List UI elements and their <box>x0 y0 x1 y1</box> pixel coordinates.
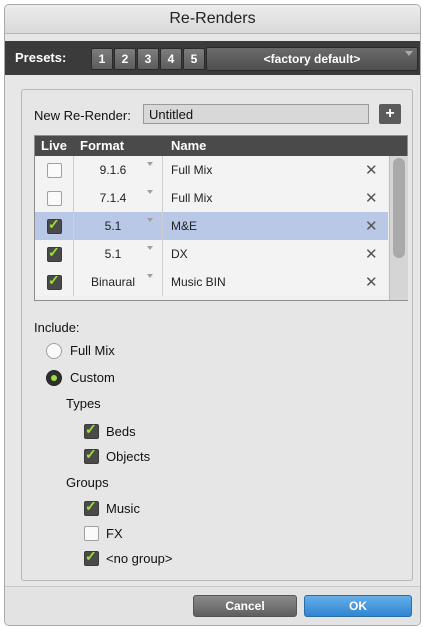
preset-button-3[interactable]: 3 <box>137 48 159 70</box>
rerender-name: Full Mix <box>171 191 213 205</box>
preset-button-2[interactable]: 2 <box>114 48 136 70</box>
dropdown-arrow-icon <box>147 274 153 278</box>
format-value: 7.1.4 <box>99 191 127 205</box>
preset-button-4[interactable]: 4 <box>160 48 182 70</box>
table-row[interactable]: 5.1 M&E ✕ <box>35 212 388 241</box>
remove-icon[interactable]: ✕ <box>365 189 378 207</box>
include-full-mix-radio[interactable] <box>46 343 62 359</box>
types-objects-checkbox[interactable] <box>84 446 99 464</box>
dropdown-arrow-icon <box>147 190 153 194</box>
rerender-name: DX <box>171 247 188 261</box>
groups-fx-checkbox[interactable] <box>84 526 99 541</box>
scrollbar-thumb[interactable] <box>393 158 405 258</box>
preset-dropdown[interactable]: <factory default> <box>206 47 418 71</box>
groups-no-group-label[interactable]: <no group> <box>106 551 173 566</box>
table-header: Live Format Name <box>35 136 407 156</box>
dropdown-arrow-icon <box>147 246 153 250</box>
groups-music-label[interactable]: Music <box>106 501 140 516</box>
column-header-name: Name <box>171 138 207 153</box>
rerender-name: M&E <box>171 219 198 233</box>
cancel-button[interactable]: Cancel <box>193 595 297 617</box>
live-checkbox[interactable] <box>47 244 62 262</box>
table-row[interactable]: Binaural Music BIN ✕ <box>35 268 388 296</box>
types-beds-label[interactable]: Beds <box>106 424 136 439</box>
column-header-live: Live <box>41 138 68 153</box>
dialog-footer: Cancel OK <box>5 586 420 625</box>
groups-music-checkbox[interactable] <box>84 498 99 516</box>
preset-dropdown-value: <factory default> <box>263 52 361 66</box>
groups-label: Groups <box>66 475 109 490</box>
live-checkbox[interactable] <box>47 216 62 234</box>
include-custom-label[interactable]: Custom <box>70 370 115 385</box>
format-selector[interactable]: Binaural <box>74 268 163 296</box>
remove-icon[interactable]: ✕ <box>365 273 378 291</box>
presets-label: Presets: <box>15 50 67 65</box>
format-selector[interactable]: 7.1.4 <box>74 184 163 212</box>
window-title: Re-Renders <box>5 5 420 34</box>
table-row[interactable]: 7.1.4 Full Mix ✕ <box>35 184 388 213</box>
format-selector[interactable]: 9.1.6 <box>74 156 163 184</box>
presets-bar: Presets: 1 2 3 4 5 <factory default> <box>5 41 420 75</box>
column-header-format: Format <box>80 138 125 153</box>
new-rerender-name-input[interactable] <box>143 104 369 124</box>
ok-button[interactable]: OK <box>304 595 412 617</box>
include-label: Include: <box>34 320 80 335</box>
format-value: Binaural <box>90 275 136 289</box>
new-rerender-label: New Re-Render: <box>34 108 131 123</box>
rerender-panel: New Re-Render: + Live Format Name 9.1.6 … <box>21 89 413 581</box>
live-checkbox[interactable] <box>47 272 62 290</box>
format-value: 5.1 <box>104 219 122 233</box>
rerender-name: Music BIN <box>171 275 226 289</box>
table-scrollbar[interactable] <box>389 156 408 300</box>
dropdown-arrow-icon <box>147 162 153 166</box>
table-row[interactable]: 5.1 DX ✕ <box>35 240 388 269</box>
live-checkbox[interactable] <box>47 191 62 206</box>
types-beds-checkbox[interactable] <box>84 421 99 439</box>
remove-icon[interactable]: ✕ <box>365 161 378 179</box>
format-selector[interactable]: 5.1 <box>74 240 163 268</box>
rerender-name: Full Mix <box>171 163 213 177</box>
preset-button-5[interactable]: 5 <box>183 48 205 70</box>
types-objects-label[interactable]: Objects <box>106 449 150 464</box>
format-value: 9.1.6 <box>99 163 127 177</box>
dropdown-arrow-icon <box>405 51 413 56</box>
format-value: 5.1 <box>104 247 122 261</box>
groups-fx-label[interactable]: FX <box>106 526 123 541</box>
table-row[interactable]: 9.1.6 Full Mix ✕ <box>35 156 388 185</box>
format-selector[interactable]: 5.1 <box>74 212 163 240</box>
re-renders-dialog: Re-Renders Presets: 1 2 3 4 5 <factory d… <box>4 4 421 626</box>
include-full-mix-label[interactable]: Full Mix <box>70 343 115 358</box>
add-rerender-button[interactable]: + <box>379 104 401 124</box>
groups-no-group-checkbox[interactable] <box>84 548 99 566</box>
dropdown-arrow-icon <box>147 218 153 222</box>
live-checkbox[interactable] <box>47 163 62 178</box>
remove-icon[interactable]: ✕ <box>365 217 378 235</box>
rerender-table: Live Format Name 9.1.6 Full Mix ✕ 7.1.4 … <box>34 135 408 301</box>
remove-icon[interactable]: ✕ <box>365 245 378 263</box>
types-label: Types <box>66 396 101 411</box>
preset-button-1[interactable]: 1 <box>91 48 113 70</box>
include-custom-radio[interactable] <box>46 370 62 386</box>
